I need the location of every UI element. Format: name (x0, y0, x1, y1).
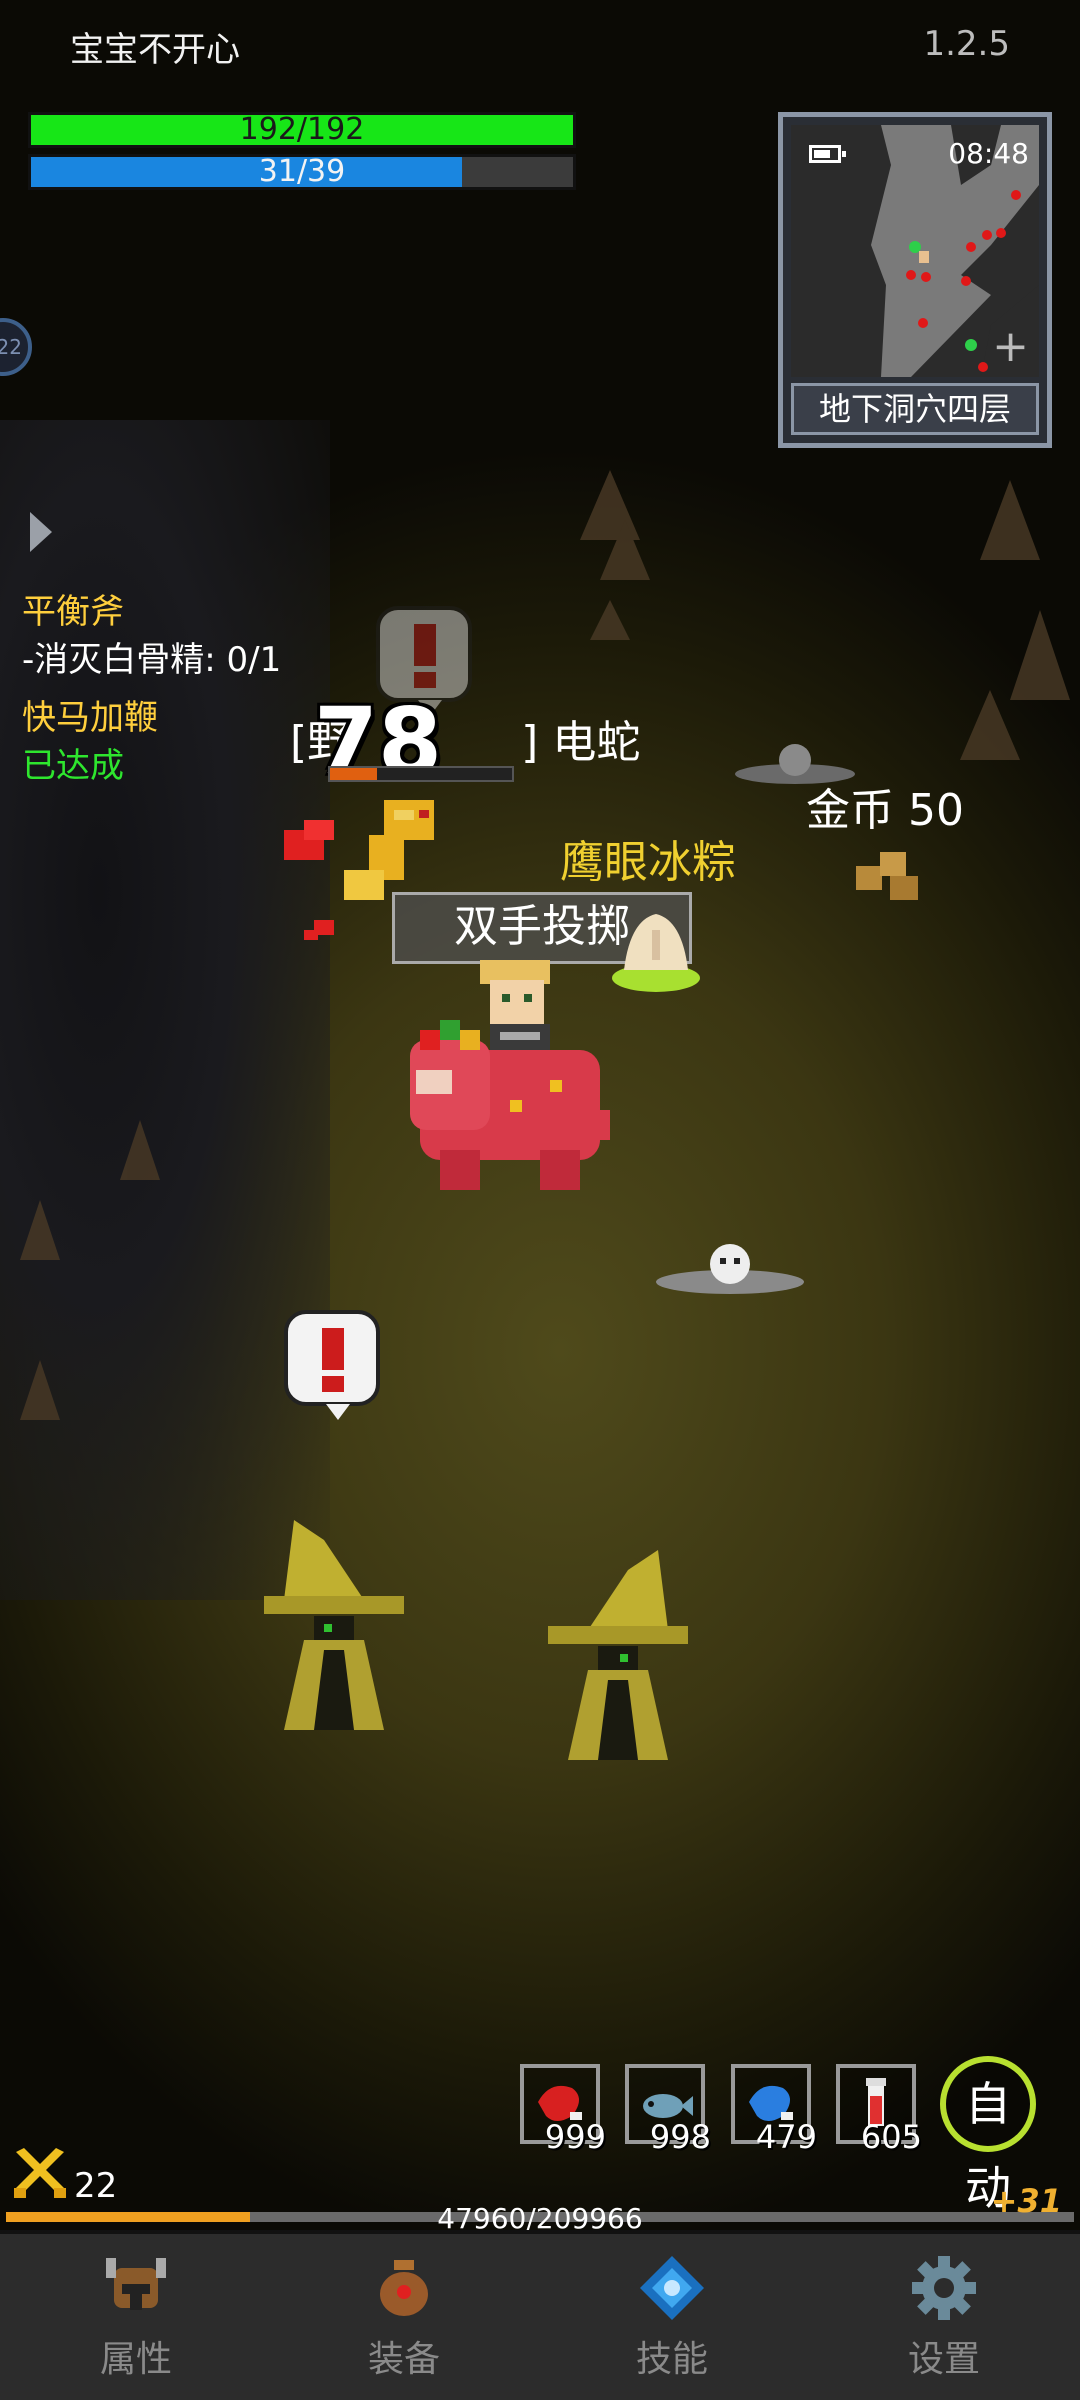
nav-skills[interactable]: 技能 (572, 2254, 772, 2384)
nav-settings[interactable]: 设置 (844, 2254, 1044, 2384)
enemy-hp-bar (328, 766, 514, 782)
hp-bar: 192/192 (28, 112, 576, 148)
enemy-hp-fill (330, 768, 378, 780)
nav-settings-label: 设置 (907, 2339, 980, 2380)
bottom-nav: 属性 装备 技能 设置 (0, 2230, 1080, 2400)
game-screen[interactable]: 宝宝不开心 1.2.5 192/192 31/39 08:48 + 地下洞穴四层… (0, 0, 1080, 2400)
helmet-icon (106, 2258, 166, 2310)
clock: 08:48 (948, 137, 1029, 170)
quick-slot-fish[interactable]: 998 (625, 2064, 711, 2156)
minimap[interactable]: 08:48 + 地下洞穴四层 (778, 112, 1052, 448)
crossed-swords-icon (14, 2148, 66, 2198)
witch-enemy-sprite[interactable] (264, 1520, 404, 1750)
version-label: 1.2.5 (923, 24, 1010, 64)
alert-icon (284, 1310, 380, 1420)
quick-slot-count: 998 (649, 2118, 711, 2156)
exp-gain: +31 (990, 2182, 1062, 2220)
nav-attributes-label: 属性 (99, 2339, 172, 2380)
quest-title[interactable]: 平衡斧 (22, 584, 124, 633)
nav-skills-label: 技能 (635, 2339, 708, 2380)
quick-slot-potion[interactable]: 605 (836, 2064, 922, 2156)
mp-bar: 31/39 (28, 154, 576, 190)
zoom-plus-icon[interactable]: + (992, 325, 1029, 369)
gear-icon (912, 2256, 976, 2320)
nav-equipment-label: 装备 (367, 2339, 440, 2380)
quick-slot-blue-meat[interactable]: 479 (731, 2064, 817, 2156)
quick-slot-count: 479 (755, 2118, 817, 2156)
player-name: 宝宝不开心 (70, 30, 240, 70)
skull-bones-icon (735, 744, 855, 784)
skill-crystal-icon (640, 2256, 704, 2320)
auto-battle-button[interactable]: 自动 (940, 2056, 1036, 2215)
quest-title[interactable]: 快马加鞭 (22, 690, 158, 739)
player-level: 22 (74, 2166, 118, 2206)
floor-label: 地下洞穴四层 (791, 383, 1039, 435)
nav-attributes[interactable]: 属性 (36, 2254, 236, 2384)
witch-enemy-sprite[interactable] (548, 1550, 688, 1780)
item-drop-name[interactable]: 鹰眼冰粽 (560, 826, 736, 890)
coin-pile-icon[interactable] (850, 846, 924, 906)
quest-description: -消灭白骨精: 0/1 (22, 640, 282, 680)
nav-equipment[interactable]: 装备 (304, 2254, 504, 2384)
minimap-view[interactable]: 08:48 + (791, 125, 1039, 377)
enemy-name-suffix: ] 电蛇 (521, 717, 641, 768)
quick-slot-count: 605 (860, 2118, 922, 2156)
skull-bones-icon (656, 1244, 804, 1294)
quick-slot-red-meat[interactable]: 999 (520, 2064, 606, 2156)
bag-icon (380, 2260, 428, 2316)
hp-text: 192/192 (239, 112, 365, 147)
quick-slot-count: 999 (544, 2118, 606, 2156)
expand-arrow-icon[interactable] (30, 512, 52, 552)
battery-icon (809, 145, 846, 163)
mp-text: 31/39 (258, 154, 346, 189)
quest-status: 已达成 (22, 746, 124, 786)
hero-on-mount-sprite[interactable] (410, 960, 630, 1210)
